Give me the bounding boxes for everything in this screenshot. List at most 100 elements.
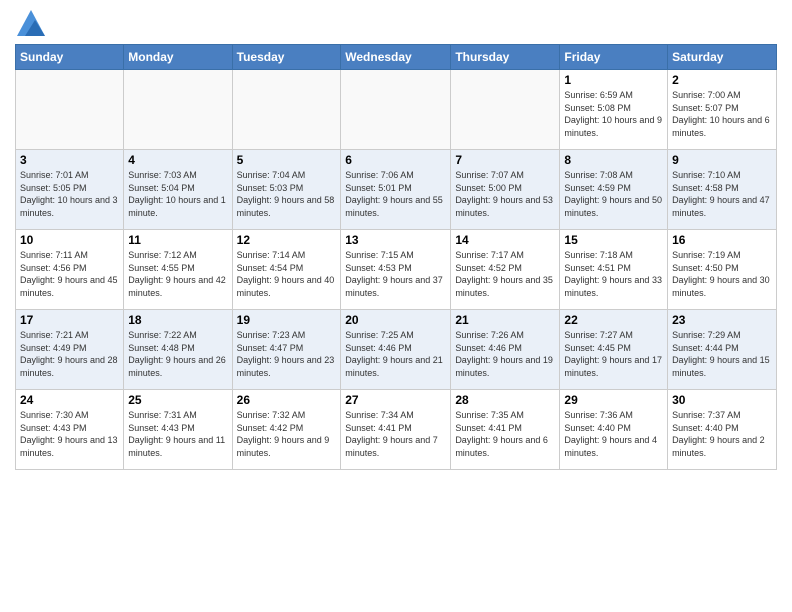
- day-number: 23: [672, 313, 772, 327]
- day-info: Sunrise: 7:07 AM Sunset: 5:00 PM Dayligh…: [455, 169, 555, 219]
- calendar-cell: 24 Sunrise: 7:30 AM Sunset: 4:43 PM Dayli…: [16, 390, 124, 470]
- day-info: Sunrise: 7:35 AM Sunset: 4:41 PM Dayligh…: [455, 409, 555, 459]
- day-info: Sunrise: 7:22 AM Sunset: 4:48 PM Dayligh…: [128, 329, 227, 379]
- weekday-header-tuesday: Tuesday: [232, 45, 341, 70]
- day-number: 21: [455, 313, 555, 327]
- calendar-cell: 2 Sunrise: 7:00 AM Sunset: 5:07 PM Daylig…: [668, 70, 777, 150]
- day-info: Sunrise: 7:06 AM Sunset: 5:01 PM Dayligh…: [345, 169, 446, 219]
- calendar-cell: 18 Sunrise: 7:22 AM Sunset: 4:48 PM Dayli…: [124, 310, 232, 390]
- logo-inner: [15, 10, 45, 36]
- day-info: Sunrise: 7:11 AM Sunset: 4:56 PM Dayligh…: [20, 249, 119, 299]
- day-info: Sunrise: 7:19 AM Sunset: 4:50 PM Dayligh…: [672, 249, 772, 299]
- logo: [15, 10, 45, 36]
- day-number: 11: [128, 233, 227, 247]
- day-info: Sunrise: 7:34 AM Sunset: 4:41 PM Dayligh…: [345, 409, 446, 459]
- calendar-table: SundayMondayTuesdayWednesdayThursdayFrid…: [15, 44, 777, 470]
- day-info: Sunrise: 7:21 AM Sunset: 4:49 PM Dayligh…: [20, 329, 119, 379]
- calendar-cell: 21 Sunrise: 7:26 AM Sunset: 4:46 PM Dayli…: [451, 310, 560, 390]
- day-info: Sunrise: 7:29 AM Sunset: 4:44 PM Dayligh…: [672, 329, 772, 379]
- day-info: Sunrise: 6:59 AM Sunset: 5:08 PM Dayligh…: [564, 89, 663, 139]
- page-container: SundayMondayTuesdayWednesdayThursdayFrid…: [0, 0, 792, 612]
- calendar-cell: 7Sunrise: 7:07 AM Sunset: 5:00 PM Daylig…: [451, 150, 560, 230]
- day-number: 29: [564, 393, 663, 407]
- weekday-header-wednesday: Wednesday: [341, 45, 451, 70]
- day-number: 20: [345, 313, 446, 327]
- calendar-cell: 26 Sunrise: 7:32 AM Sunset: 4:42 PM Dayli…: [232, 390, 341, 470]
- weekday-header-friday: Friday: [560, 45, 668, 70]
- calendar-cell: 30Sunrise: 7:37 AM Sunset: 4:40 PM Dayli…: [668, 390, 777, 470]
- day-number: 24: [20, 393, 119, 407]
- header: [15, 10, 777, 36]
- calendar-cell: 25Sunrise: 7:31 AM Sunset: 4:43 PM Dayli…: [124, 390, 232, 470]
- calendar-cell: 19 Sunrise: 7:23 AM Sunset: 4:47 PM Dayli…: [232, 310, 341, 390]
- day-number: 30: [672, 393, 772, 407]
- calendar-cell: 3Sunrise: 7:01 AM Sunset: 5:05 PM Daylig…: [16, 150, 124, 230]
- calendar-cell: 5 Sunrise: 7:04 AM Sunset: 5:03 PM Daylig…: [232, 150, 341, 230]
- calendar-week-3: 10 Sunrise: 7:11 AM Sunset: 4:56 PM Dayli…: [16, 230, 777, 310]
- calendar-cell: 1 Sunrise: 6:59 AM Sunset: 5:08 PM Daylig…: [560, 70, 668, 150]
- day-number: 22: [564, 313, 663, 327]
- day-number: 18: [128, 313, 227, 327]
- day-number: 15: [564, 233, 663, 247]
- logo-icon: [17, 10, 45, 36]
- day-number: 5: [237, 153, 337, 167]
- day-number: 14: [455, 233, 555, 247]
- calendar-cell: 15 Sunrise: 7:18 AM Sunset: 4:51 PM Dayli…: [560, 230, 668, 310]
- calendar-cell: 16 Sunrise: 7:19 AM Sunset: 4:50 PM Dayli…: [668, 230, 777, 310]
- day-info: Sunrise: 7:04 AM Sunset: 5:03 PM Dayligh…: [237, 169, 337, 219]
- day-number: 26: [237, 393, 337, 407]
- calendar-cell: 4Sunrise: 7:03 AM Sunset: 5:04 PM Daylig…: [124, 150, 232, 230]
- weekday-header-saturday: Saturday: [668, 45, 777, 70]
- day-number: 16: [672, 233, 772, 247]
- day-number: 19: [237, 313, 337, 327]
- calendar-cell: 27 Sunrise: 7:34 AM Sunset: 4:41 PM Dayli…: [341, 390, 451, 470]
- day-number: 10: [20, 233, 119, 247]
- calendar-cell: 8 Sunrise: 7:08 AM Sunset: 4:59 PM Daylig…: [560, 150, 668, 230]
- calendar-cell: 29 Sunrise: 7:36 AM Sunset: 4:40 PM Dayli…: [560, 390, 668, 470]
- weekday-header-row: SundayMondayTuesdayWednesdayThursdayFrid…: [16, 45, 777, 70]
- day-info: Sunrise: 7:25 AM Sunset: 4:46 PM Dayligh…: [345, 329, 446, 379]
- day-info: Sunrise: 7:14 AM Sunset: 4:54 PM Dayligh…: [237, 249, 337, 299]
- day-number: 3: [20, 153, 119, 167]
- day-info: Sunrise: 7:00 AM Sunset: 5:07 PM Dayligh…: [672, 89, 772, 139]
- day-number: 4: [128, 153, 227, 167]
- day-info: Sunrise: 7:08 AM Sunset: 4:59 PM Dayligh…: [564, 169, 663, 219]
- calendar-cell: [341, 70, 451, 150]
- calendar-week-1: 1 Sunrise: 6:59 AM Sunset: 5:08 PM Daylig…: [16, 70, 777, 150]
- calendar-cell: 14Sunrise: 7:17 AM Sunset: 4:52 PM Dayli…: [451, 230, 560, 310]
- weekday-header-sunday: Sunday: [16, 45, 124, 70]
- day-number: 13: [345, 233, 446, 247]
- calendar-week-2: 3Sunrise: 7:01 AM Sunset: 5:05 PM Daylig…: [16, 150, 777, 230]
- calendar-cell: 9Sunrise: 7:10 AM Sunset: 4:58 PM Daylig…: [668, 150, 777, 230]
- day-info: Sunrise: 7:36 AM Sunset: 4:40 PM Dayligh…: [564, 409, 663, 459]
- calendar-week-4: 17 Sunrise: 7:21 AM Sunset: 4:49 PM Dayli…: [16, 310, 777, 390]
- calendar-cell: [124, 70, 232, 150]
- calendar-cell: 23 Sunrise: 7:29 AM Sunset: 4:44 PM Dayli…: [668, 310, 777, 390]
- calendar-cell: 10 Sunrise: 7:11 AM Sunset: 4:56 PM Dayli…: [16, 230, 124, 310]
- day-number: 8: [564, 153, 663, 167]
- calendar-week-5: 24 Sunrise: 7:30 AM Sunset: 4:43 PM Dayli…: [16, 390, 777, 470]
- day-info: Sunrise: 7:32 AM Sunset: 4:42 PM Dayligh…: [237, 409, 337, 459]
- calendar-cell: 28 Sunrise: 7:35 AM Sunset: 4:41 PM Dayli…: [451, 390, 560, 470]
- day-number: 1: [564, 73, 663, 87]
- day-number: 27: [345, 393, 446, 407]
- weekday-header-monday: Monday: [124, 45, 232, 70]
- weekday-header-thursday: Thursday: [451, 45, 560, 70]
- day-number: 6: [345, 153, 446, 167]
- calendar-cell: 22 Sunrise: 7:27 AM Sunset: 4:45 PM Dayli…: [560, 310, 668, 390]
- calendar-cell: [232, 70, 341, 150]
- calendar-cell: 17 Sunrise: 7:21 AM Sunset: 4:49 PM Dayli…: [16, 310, 124, 390]
- day-number: 2: [672, 73, 772, 87]
- day-info: Sunrise: 7:18 AM Sunset: 4:51 PM Dayligh…: [564, 249, 663, 299]
- day-number: 28: [455, 393, 555, 407]
- calendar-cell: 6 Sunrise: 7:06 AM Sunset: 5:01 PM Daylig…: [341, 150, 451, 230]
- day-info: Sunrise: 7:15 AM Sunset: 4:53 PM Dayligh…: [345, 249, 446, 299]
- day-info: Sunrise: 7:23 AM Sunset: 4:47 PM Dayligh…: [237, 329, 337, 379]
- day-info: Sunrise: 7:12 AM Sunset: 4:55 PM Dayligh…: [128, 249, 227, 299]
- day-info: Sunrise: 7:27 AM Sunset: 4:45 PM Dayligh…: [564, 329, 663, 379]
- day-info: Sunrise: 7:30 AM Sunset: 4:43 PM Dayligh…: [20, 409, 119, 459]
- day-number: 25: [128, 393, 227, 407]
- calendar-cell: 20 Sunrise: 7:25 AM Sunset: 4:46 PM Dayli…: [341, 310, 451, 390]
- day-number: 17: [20, 313, 119, 327]
- day-info: Sunrise: 7:26 AM Sunset: 4:46 PM Dayligh…: [455, 329, 555, 379]
